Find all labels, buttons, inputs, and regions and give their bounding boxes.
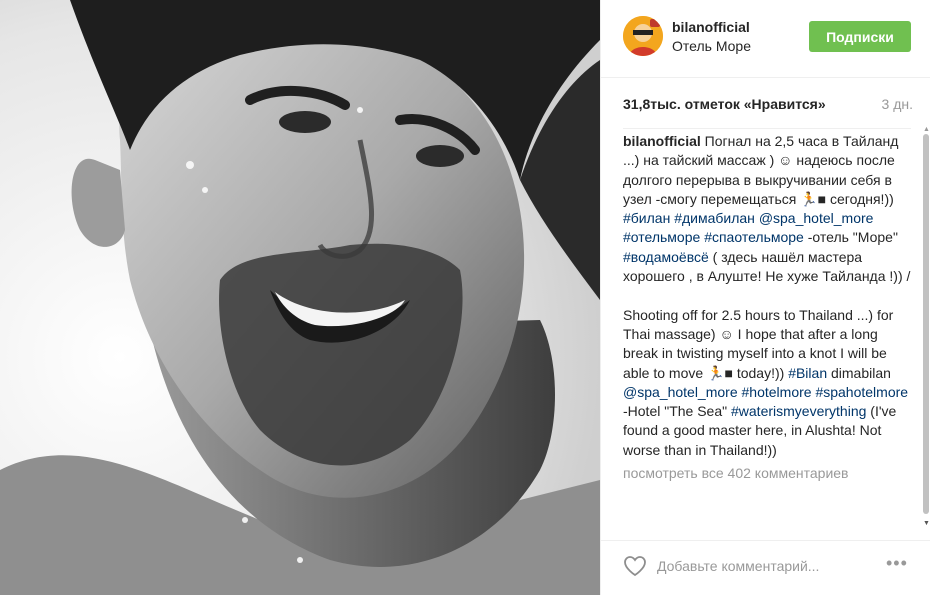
post-author-username[interactable]: bilanofficial: [672, 19, 750, 35]
hashtag-link[interactable]: #Bilan: [788, 365, 827, 381]
comment-row-partial: [623, 486, 915, 498]
hashtag-link[interactable]: #спаотельморе: [704, 229, 804, 245]
hashtag-link[interactable]: #отельморе: [623, 229, 700, 245]
add-comment-input[interactable]: [657, 553, 867, 579]
caption-segment: ( здесь нашёл мастера хорошего , в Алушт…: [623, 248, 911, 381]
comments-list: bilanofficial Погнал на 2,5 часа в Тайла…: [623, 132, 915, 530]
likes-count[interactable]: 31,8тыс. отметок «Нравится»: [623, 96, 826, 112]
post-photo[interactable]: [0, 0, 600, 595]
hashtag-link[interactable]: #waterismyeverything: [731, 403, 866, 419]
post-photo-image: [0, 0, 600, 595]
avatar-image: [623, 16, 663, 56]
post-location[interactable]: Отель Море: [672, 38, 751, 54]
hashtag-link[interactable]: #водамоёвсё: [623, 249, 709, 265]
post-details-panel: bilanofficial Отель Море Подписки 31,8ты…: [600, 0, 930, 595]
hashtag-link[interactable]: #билан: [623, 210, 670, 226]
caption: bilanofficial Погнал на 2,5 часа в Тайла…: [623, 132, 915, 460]
scrollbar-thumb[interactable]: [923, 134, 929, 514]
hashtag-link[interactable]: #димабилан: [674, 210, 755, 226]
caption-segment: dimabilan: [827, 364, 895, 381]
scroll-up-arrow-icon[interactable]: ▲: [923, 126, 930, 133]
post-timestamp[interactable]: 3 дн.: [882, 96, 913, 112]
mention-link[interactable]: @spa_hotel_more: [623, 384, 738, 400]
post-footer: •••: [601, 540, 930, 595]
view-all-comments-link[interactable]: посмотреть все 402 комментариев: [623, 464, 915, 483]
likes-row: 31,8тыс. отметок «Нравится» 3 дн.: [623, 96, 913, 116]
divider: [623, 128, 911, 129]
hashtag-link[interactable]: #spahotelmore: [815, 384, 908, 400]
caption-author[interactable]: bilanofficial: [623, 133, 701, 149]
post-header: bilanofficial Отель Море Подписки: [601, 0, 930, 78]
heart-icon[interactable]: [623, 555, 647, 577]
scroll-down-arrow-icon[interactable]: ▼: [923, 520, 930, 527]
more-options-icon[interactable]: •••: [886, 553, 908, 574]
following-button[interactable]: Подписки: [809, 21, 911, 52]
caption-segment: -отель "Море": [803, 229, 902, 246]
hashtag-link[interactable]: #hotelmore: [742, 384, 812, 400]
caption-segment: [873, 210, 877, 226]
comments-scrollbar[interactable]: ▲ ▼: [923, 126, 930, 530]
avatar[interactable]: [623, 16, 663, 56]
mention-link[interactable]: @spa_hotel_more: [759, 210, 874, 226]
